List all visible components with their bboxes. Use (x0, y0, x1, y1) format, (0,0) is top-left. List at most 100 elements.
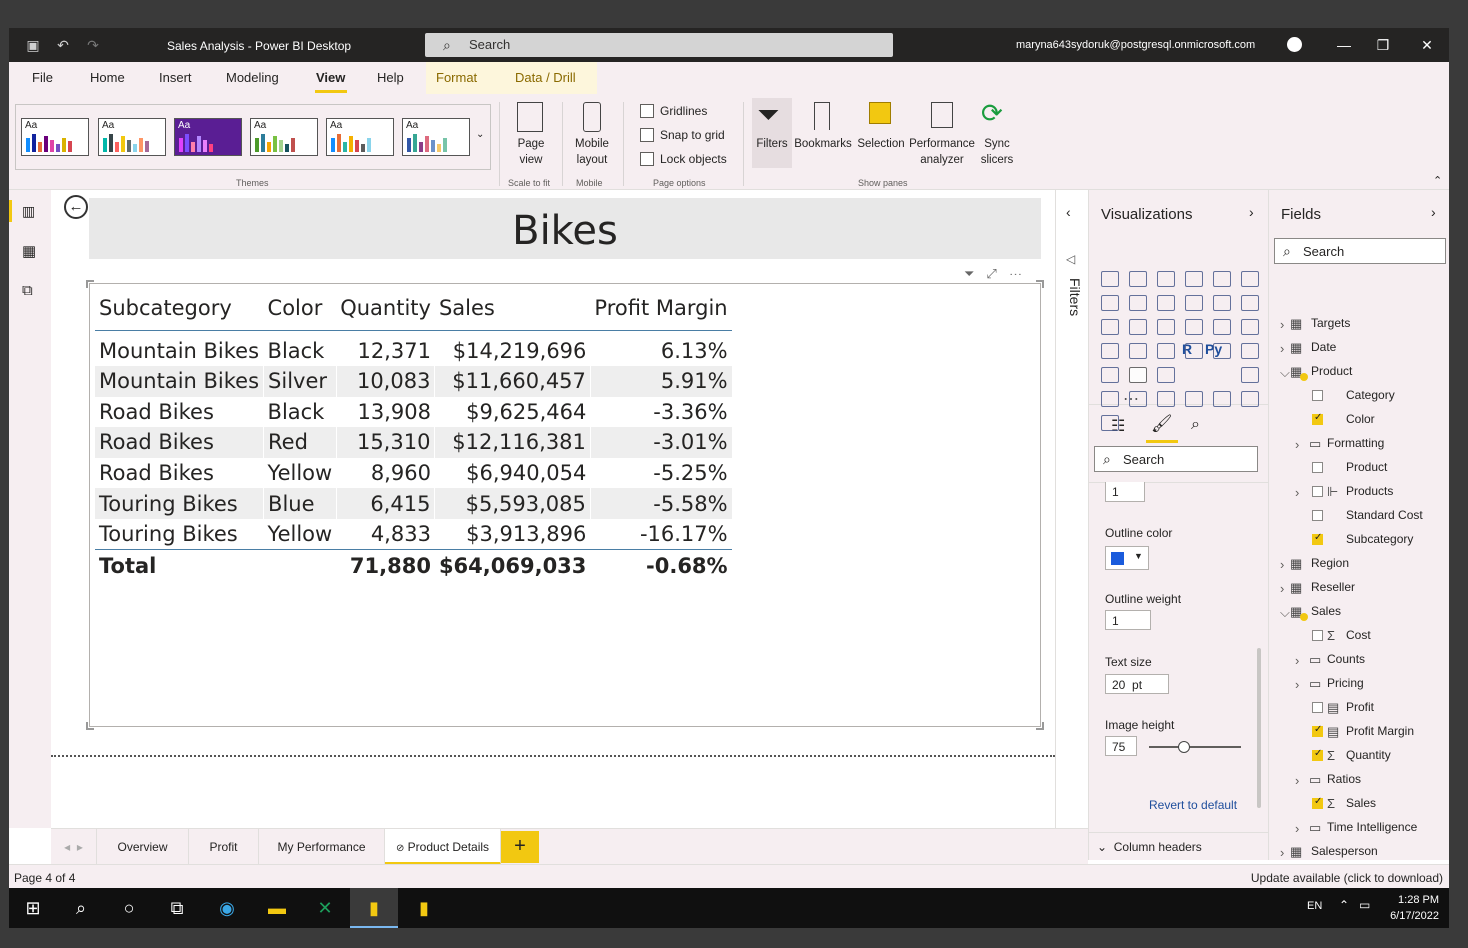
field-item[interactable]: Sales (1346, 796, 1376, 810)
analytics-icon[interactable]: ⌕ (1191, 416, 1200, 434)
goals-visual-icon[interactable] (1101, 415, 1119, 431)
stacked-area-visual-icon[interactable] (1157, 295, 1175, 311)
field-checkbox[interactable] (1312, 486, 1323, 497)
field-checkbox[interactable] (1312, 510, 1323, 521)
menu-file[interactable]: File (32, 70, 53, 85)
resize-handle[interactable] (1036, 722, 1044, 730)
back-arrow-icon[interactable]: ← (64, 195, 88, 219)
more-options-icon[interactable]: ⋯ (1009, 266, 1034, 281)
chevron-down-icon[interactable]: ⌵ (1280, 605, 1290, 621)
file-explorer-icon[interactable]: ▬ (265, 896, 289, 920)
image-height-input[interactable]: 75 (1105, 736, 1137, 756)
sync-slicers-button[interactable]: Sync slicers (977, 136, 1017, 168)
mobile-layout-button[interactable]: Mobile layout (569, 136, 615, 168)
field-table-item[interactable]: Targets (1311, 316, 1350, 330)
100-bar-visual-icon[interactable] (1213, 271, 1231, 287)
lock-objects-checkbox[interactable] (640, 152, 654, 166)
excel-icon[interactable]: ✕ (313, 896, 337, 920)
field-item[interactable]: Profit Margin (1346, 724, 1414, 738)
scatter-visual-icon[interactable] (1157, 319, 1175, 335)
field-item[interactable]: Pricing (1327, 676, 1364, 690)
chevron-right-icon[interactable]: › (1295, 677, 1299, 692)
qa-visual-icon[interactable] (1129, 391, 1147, 407)
gridlines-checkbox[interactable] (640, 104, 654, 118)
menu-insert[interactable]: Insert (159, 70, 192, 85)
key-influencers-visual-icon[interactable] (1241, 367, 1259, 383)
filled-map-visual-icon[interactable] (1129, 343, 1147, 359)
theme-3[interactable]: Aa (174, 118, 242, 156)
column-header[interactable]: Profit Margin (590, 286, 732, 331)
field-checkbox[interactable] (1312, 390, 1323, 401)
theme-5[interactable]: Aa (326, 118, 394, 156)
outline-color-picker[interactable]: ▼ (1105, 546, 1149, 570)
decomposition-tree-visual-icon[interactable] (1101, 391, 1119, 407)
gauge-visual-icon[interactable] (1157, 343, 1175, 359)
chevron-right-icon[interactable]: › (1295, 437, 1299, 452)
search-icon[interactable]: ⌕ (69, 896, 93, 920)
report-canvas[interactable]: ← Bikes ⏷⤢⋯ Subcategory Color Quantity S… (51, 190, 1055, 828)
user-account[interactable]: maryna643sydoruk@postgresql.onmicrosoft.… (1016, 39, 1255, 51)
collapse-ribbon-icon[interactable]: ⌃ (1433, 174, 1442, 187)
theme-1[interactable]: Aa (21, 118, 89, 156)
collapse-fields-icon[interactable]: › (1431, 204, 1436, 220)
save-icon[interactable]: ▣ (25, 37, 41, 53)
field-table-item[interactable]: Reseller (1311, 580, 1355, 594)
field-item[interactable]: Profit (1346, 700, 1374, 714)
power-bi-alt-icon[interactable]: ▮ (412, 896, 436, 920)
menu-modeling[interactable]: Modeling (226, 70, 279, 85)
tab-profit[interactable]: Profit (189, 829, 259, 865)
field-checkbox[interactable] (1312, 462, 1323, 473)
treemap-visual-icon[interactable] (1241, 319, 1259, 335)
100-column-visual-icon[interactable] (1241, 271, 1259, 287)
clustered-bar-visual-icon[interactable] (1157, 271, 1175, 287)
field-item[interactable]: Subcategory (1346, 532, 1413, 546)
outline-weight-input[interactable]: 1 (1105, 610, 1151, 630)
field-item[interactable]: Time Intelligence (1327, 820, 1417, 834)
minimize-button[interactable]: — (1334, 36, 1354, 54)
field-checkbox[interactable] (1312, 630, 1323, 641)
language-indicator[interactable]: EN (1307, 900, 1322, 912)
data-view-icon[interactable]: ▦ (22, 242, 36, 260)
table-row[interactable]: Mountain Bikes Silver 10,083 $11,660,457 5.9… (95, 366, 732, 397)
tab-my-performance[interactable]: My Performance (259, 829, 385, 865)
field-table-item[interactable]: Sales (1311, 604, 1341, 618)
smart-narrative-visual-icon[interactable] (1157, 391, 1175, 407)
chevron-right-icon[interactable]: › (1280, 581, 1284, 596)
title-search-box[interactable]: ⌕ Search (425, 33, 893, 57)
menu-data-drill[interactable]: Data / Drill (515, 70, 576, 85)
field-table-item[interactable]: Region (1311, 556, 1349, 570)
redo-icon[interactable]: ↷ (85, 37, 101, 53)
resize-handle[interactable] (86, 722, 94, 730)
cortana-icon[interactable]: ○ (117, 896, 141, 920)
scrollbar[interactable] (1257, 648, 1261, 808)
field-checkbox[interactable] (1312, 532, 1323, 545)
tab-scroll-arrows[interactable]: ◂ ▸ (51, 829, 97, 865)
field-item[interactable]: Quantity (1346, 748, 1391, 762)
multirow-card-visual-icon[interactable] (1213, 343, 1231, 359)
slicer-visual-icon[interactable] (1101, 367, 1119, 383)
field-item[interactable]: Product (1346, 460, 1387, 474)
format-search-input[interactable]: ⌕ Search (1094, 446, 1258, 472)
field-item[interactable]: Ratios (1327, 772, 1361, 786)
field-table-item[interactable]: Product (1311, 364, 1352, 378)
field-item[interactable]: Category (1346, 388, 1395, 402)
tab-product-details[interactable]: ⊘ Product Details (385, 829, 501, 865)
chevron-right-icon[interactable]: › (1280, 845, 1284, 860)
filter-icon[interactable]: ⏷ (964, 266, 986, 281)
clustered-column-visual-icon[interactable] (1185, 271, 1203, 287)
task-view-icon[interactable]: ⧉ (165, 896, 189, 920)
tab-overview[interactable]: Overview (97, 829, 189, 865)
theme-4[interactable]: Aa (250, 118, 318, 156)
collapse-viz-icon[interactable]: › (1249, 204, 1254, 220)
field-item[interactable]: Counts (1327, 652, 1365, 666)
field-item[interactable]: Color (1346, 412, 1375, 426)
paginated-visual-icon[interactable] (1185, 391, 1203, 407)
avatar[interactable] (1287, 37, 1302, 52)
column-header[interactable]: Quantity (336, 286, 435, 331)
snap-to-grid-checkbox[interactable] (640, 128, 654, 142)
funnel-visual-icon[interactable] (1129, 319, 1147, 335)
table-row[interactable]: Road Bikes Red 15,310 $12,116,381 -3.01% (95, 427, 732, 458)
fields-search-input[interactable]: ⌕ Search (1274, 238, 1446, 264)
edge-icon[interactable]: ◉ (215, 896, 239, 920)
line-column-2-visual-icon[interactable] (1213, 295, 1231, 311)
